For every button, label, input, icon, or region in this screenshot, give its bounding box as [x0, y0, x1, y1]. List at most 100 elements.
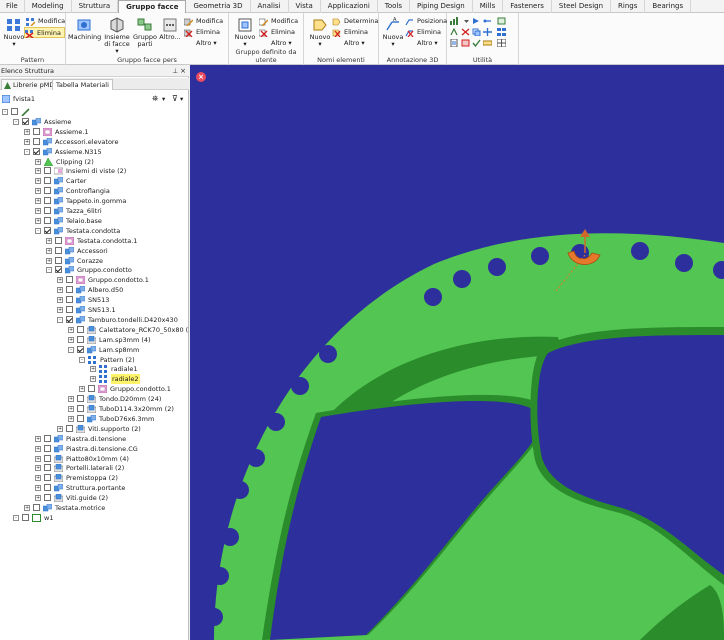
visibility-checkbox[interactable] [11, 108, 18, 115]
tree-node[interactable]: + Premistoppa (2) [0, 473, 189, 483]
visibility-checkbox[interactable] [33, 137, 40, 145]
expand-icon[interactable]: + [57, 297, 63, 304]
tree-node[interactable]: + Insiemi di viste (2) [0, 166, 189, 176]
expand-icon[interactable]: + [57, 277, 63, 284]
tab-gruppo-facce[interactable]: Gruppo facce [118, 0, 187, 14]
visibility-checkbox[interactable] [44, 167, 51, 175]
tree-node[interactable]: + Tondo.D20mm (24) [0, 394, 189, 404]
visibility-checkbox[interactable] [22, 513, 29, 521]
tree-node[interactable]: - Tamburo.tondelli.D420x430 [0, 315, 189, 325]
expand-icon[interactable]: + [35, 445, 41, 452]
tree-node[interactable]: + Accessori.elevatore [0, 137, 189, 147]
expand-icon[interactable]: + [35, 485, 41, 492]
tree-node[interactable]: + TuboD76x6.3mm [0, 414, 189, 424]
part-group-button[interactable]: Gruppo parti [132, 17, 158, 48]
expand-icon[interactable]: + [35, 198, 41, 205]
tab-rings[interactable]: Rings [611, 0, 646, 13]
collapse-icon[interactable]: - [79, 356, 85, 363]
user-group-delete-button[interactable]: Elimina [259, 27, 295, 38]
tree-node[interactable]: - Gruppo.condotto [0, 265, 189, 275]
visibility-checkbox[interactable] [77, 395, 84, 403]
gear-model[interactable] [190, 65, 724, 640]
tree-node[interactable]: - w1 [0, 513, 189, 523]
machining-button[interactable]: Machining [68, 17, 101, 41]
tree-node[interactable]: + Piastra.di.tensione.CG [0, 444, 189, 454]
tab-librerie-pmd[interactable]: Librerie pMD [1, 79, 59, 90]
visibility-checkbox[interactable] [44, 216, 51, 224]
tree-node[interactable]: + Struttura.portante [0, 483, 189, 493]
tab-file[interactable]: File [0, 0, 25, 13]
visibility-checkbox[interactable] [44, 197, 51, 205]
collapse-icon[interactable]: - [35, 227, 41, 234]
visibility-checkbox[interactable] [44, 226, 51, 234]
tree-node[interactable]: + Testata.motrice [0, 503, 189, 513]
3d-viewport[interactable]: × [190, 65, 724, 640]
tree-node[interactable]: + Corazze [0, 256, 189, 266]
tree-node[interactable]: + SN513 [0, 295, 189, 305]
tree-node[interactable]: + SN513.1 [0, 305, 189, 315]
visibility-checkbox[interactable] [44, 454, 51, 462]
tree-node[interactable]: + Viti.guide (2) [0, 493, 189, 503]
utility-copy-icon[interactable] [472, 28, 481, 36]
tree-node[interactable]: - Pattern (2) [0, 355, 189, 365]
face-group-delete-button[interactable]: Elimina [184, 27, 220, 38]
chevron-down-icon[interactable]: ▾ [162, 93, 165, 105]
visibility-checkbox[interactable] [77, 405, 84, 412]
pin-icon[interactable]: ⊥ [172, 65, 178, 77]
tree-node[interactable]: + Tazza_6litri [0, 206, 189, 216]
utility-x-icon[interactable] [461, 28, 470, 36]
visibility-checkbox[interactable] [55, 236, 62, 244]
tab-struttura[interactable]: Struttura [72, 0, 119, 13]
expand-icon[interactable]: + [35, 188, 41, 195]
utility-dropdown-icon[interactable] [462, 17, 471, 25]
annotation-new-button[interactable]: A Nuova ▾ [379, 17, 407, 48]
expand-icon[interactable]: + [68, 415, 74, 422]
expand-icon[interactable]: + [68, 336, 74, 343]
tree-node[interactable]: + Assieme.1 [0, 127, 189, 137]
tab-materiali[interactable]: Tabella Materiali [52, 79, 113, 90]
tab-applicazioni[interactable]: Applicazioni [321, 0, 378, 13]
expand-icon[interactable]: + [46, 257, 52, 264]
collapse-icon[interactable]: - [24, 148, 30, 155]
utility-arrow-icon[interactable] [472, 17, 481, 25]
collapse-icon[interactable]: - [46, 267, 52, 274]
tab-analisi[interactable]: Analisi [251, 0, 289, 13]
tree-node[interactable]: + Clipping (2) [0, 156, 189, 167]
utility-ruler-icon[interactable] [483, 39, 492, 47]
visibility-checkbox[interactable] [44, 187, 51, 195]
face-group-other-dropdown[interactable]: Altro ▾ [184, 38, 217, 49]
close-view-icon[interactable]: × [196, 72, 206, 82]
tab-modeling[interactable]: Modeling [25, 0, 72, 13]
tree-node[interactable]: - Assieme [0, 117, 189, 127]
collapse-icon[interactable]: - [57, 316, 63, 323]
annotation-other-dropdown[interactable]: Altro ▾ [405, 38, 438, 49]
tree-node[interactable]: + Viti.supporto (2) [0, 424, 189, 434]
tree-node[interactable]: + Lam.sp3mm (4) [0, 335, 189, 345]
close-icon[interactable]: × [180, 65, 186, 77]
tab-bearings[interactable]: Bearings [645, 0, 692, 13]
tree-node[interactable]: - Assieme.N315 [0, 147, 189, 157]
tree-node[interactable]: + radiale2 [0, 374, 189, 385]
utility-frame-icon[interactable] [497, 17, 506, 25]
user-group-modify-button[interactable]: Modifica [259, 16, 298, 27]
expand-icon[interactable]: + [35, 158, 41, 165]
expand-icon[interactable]: + [24, 505, 30, 511]
collapse-icon[interactable]: - [68, 346, 74, 353]
visibility-checkbox[interactable] [55, 246, 62, 254]
visibility-checkbox[interactable] [55, 266, 62, 274]
expand-icon[interactable]: + [90, 366, 96, 373]
utility-chart-icon[interactable] [450, 17, 459, 25]
tree-node[interactable]: + Gruppo.condotto.1 [0, 384, 189, 394]
utility-grid-icon[interactable] [497, 28, 506, 36]
tab-vista[interactable]: Vista [289, 0, 321, 13]
visibility-checkbox[interactable] [44, 177, 51, 185]
visibility-checkbox[interactable] [44, 444, 51, 452]
collapse-icon[interactable]: - [13, 514, 19, 521]
visibility-checkbox[interactable] [44, 484, 51, 492]
visibility-checkbox[interactable] [44, 434, 51, 442]
visibility-checkbox[interactable] [66, 276, 73, 284]
pattern-delete-button[interactable]: Elimina [24, 27, 65, 38]
tab-steel-design[interactable]: Steel Design [552, 0, 612, 13]
expand-icon[interactable]: + [35, 495, 41, 502]
face-set-button[interactable]: Insieme di facce ▾ [102, 17, 132, 55]
